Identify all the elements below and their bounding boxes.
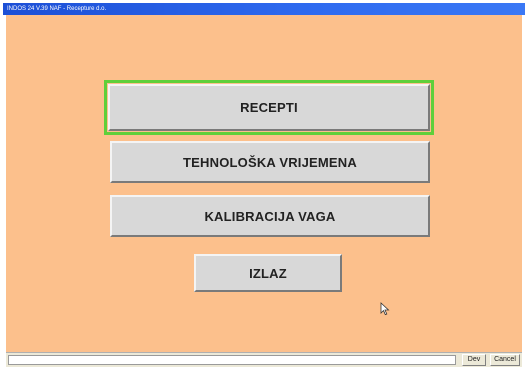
tehnoloska-vrijemena-button-label: TEHNOLOŠKA VRIJEMENA <box>183 154 357 170</box>
status-dev-button[interactable]: Dev <box>462 354 486 366</box>
status-cancel-button[interactable]: Cancel <box>490 354 520 366</box>
izlaz-button[interactable]: IZLAZ <box>194 254 342 292</box>
window-titlebar[interactable]: INDOS 24 V.39 NAF - Recepture d.o. <box>3 3 525 15</box>
recepti-button[interactable]: RECEPTI <box>104 80 434 135</box>
recepti-button-label: RECEPTI <box>240 100 298 115</box>
kalibracija-vaga-button-label: KALIBRACIJA VAGA <box>204 208 336 224</box>
kalibracija-vaga-button[interactable]: KALIBRACIJA VAGA <box>110 195 430 237</box>
main-menu-panel: RECEPTI TEHNOLOŠKA VRIJEMENA KALIBRACIJA… <box>6 15 522 352</box>
tehnoloska-vrijemena-button[interactable]: TEHNOLOŠKA VRIJEMENA <box>110 141 430 183</box>
status-bar: Dev Cancel <box>6 352 522 367</box>
window-title: INDOS 24 V.39 NAF - Recepture d.o. <box>7 6 107 12</box>
izlaz-button-label: IZLAZ <box>249 265 287 281</box>
status-field <box>8 355 456 365</box>
app-window: INDOS 24 V.39 NAF - Recepture d.o. RECEP… <box>0 0 528 370</box>
mouse-pointer-icon <box>380 302 390 316</box>
